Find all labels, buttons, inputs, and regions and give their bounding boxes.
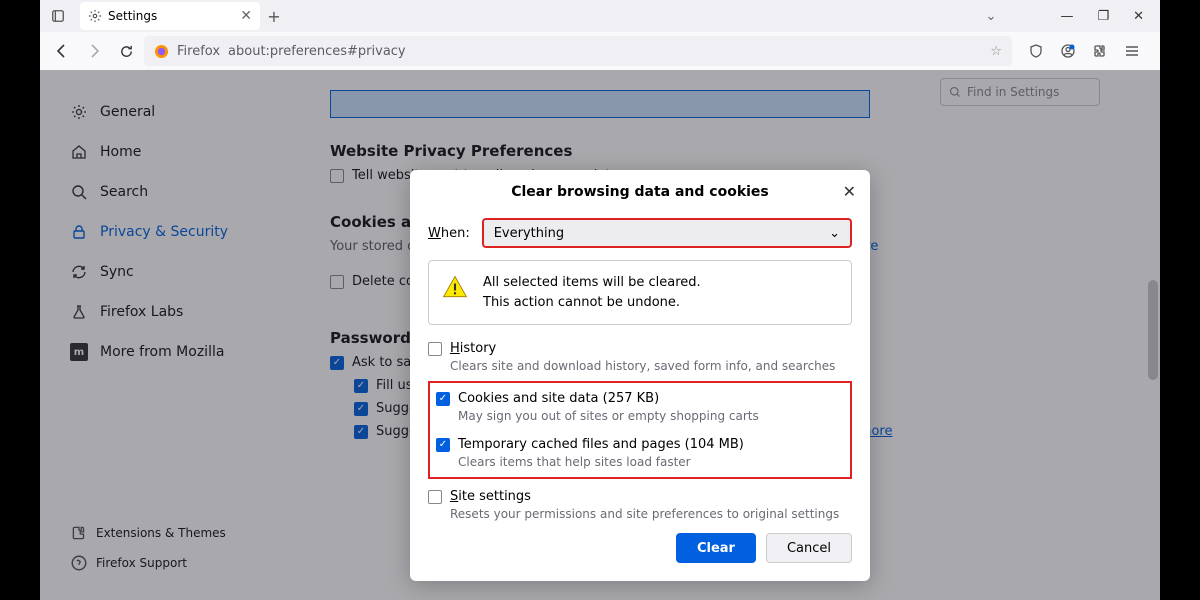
close-window-button[interactable]: ✕	[1133, 9, 1144, 24]
url-prefix: Firefox	[177, 44, 220, 59]
chevron-down-icon: ⌄	[829, 226, 840, 241]
nav-bar: Firefox about:preferences#privacy ☆	[40, 32, 1160, 70]
shield-icon[interactable]	[1028, 43, 1044, 59]
site-settings-desc: Resets your permissions and site prefere…	[450, 507, 852, 521]
when-value: Everything	[494, 226, 564, 241]
back-button[interactable]	[48, 37, 76, 65]
chevron-down-icon[interactable]: ⌄	[986, 9, 997, 24]
history-checkbox[interactable]	[428, 342, 442, 356]
title-bar: Settings ✕ + ⌄ — ❐ ✕	[40, 0, 1160, 32]
url-text: about:preferences#privacy	[228, 44, 406, 59]
bookmark-star-icon[interactable]: ☆	[990, 44, 1002, 59]
cache-label: Temporary cached files and pages (104 MB…	[458, 437, 744, 452]
maximize-button[interactable]: ❐	[1097, 9, 1109, 24]
minimize-button[interactable]: —	[1060, 9, 1073, 24]
browser-tab[interactable]: Settings ✕	[80, 2, 260, 30]
account-icon[interactable]	[1060, 43, 1076, 59]
history-desc: Clears site and download history, saved …	[450, 359, 852, 373]
reload-button[interactable]	[112, 37, 140, 65]
warn-line1: All selected items will be cleared.	[483, 273, 701, 293]
tab-title: Settings	[108, 9, 157, 23]
when-label: When:	[428, 226, 470, 241]
new-tab-button[interactable]: +	[260, 7, 288, 26]
warning-box: All selected items will be cleared. This…	[428, 260, 852, 325]
cookies-checkbox[interactable]	[436, 392, 450, 406]
cache-desc: Clears items that help sites load faster	[458, 455, 844, 469]
cache-checkbox[interactable]	[436, 438, 450, 452]
cookies-desc: May sign you out of sites or empty shopp…	[458, 409, 844, 423]
history-label: History	[450, 341, 496, 356]
clear-data-dialog: ✕ Clear browsing data and cookies When: …	[410, 170, 870, 581]
extensions-icon[interactable]	[1092, 43, 1108, 59]
cancel-button[interactable]: Cancel	[766, 533, 852, 563]
cookies-label: Cookies and site data (257 KB)	[458, 391, 659, 406]
site-settings-label: Site settings	[450, 489, 531, 504]
clear-button[interactable]: Clear	[676, 533, 756, 563]
url-bar[interactable]: Firefox about:preferences#privacy ☆	[144, 36, 1012, 66]
close-tab-icon[interactable]: ✕	[240, 8, 252, 24]
dialog-title: Clear browsing data and cookies	[428, 184, 852, 200]
tab-list-icon[interactable]	[40, 9, 76, 23]
dialog-close-button[interactable]: ✕	[843, 182, 856, 201]
warning-icon	[441, 273, 469, 301]
when-dropdown[interactable]: Everything ⌄	[482, 218, 852, 248]
forward-button[interactable]	[80, 37, 108, 65]
menu-icon[interactable]	[1124, 43, 1140, 59]
warn-line2: This action cannot be undone.	[483, 293, 701, 313]
gear-icon	[88, 9, 102, 23]
site-settings-checkbox[interactable]	[428, 490, 442, 504]
firefox-icon	[154, 44, 169, 59]
